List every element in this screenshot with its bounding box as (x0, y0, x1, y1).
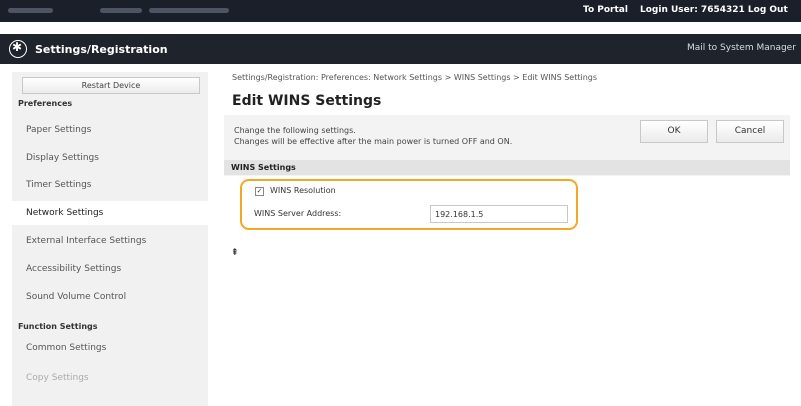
blurred-text (100, 8, 142, 13)
sidebar-item-accessibility-settings[interactable]: Accessibility Settings (12, 257, 208, 281)
sidebar-item-network-settings[interactable]: Network Settings (12, 201, 208, 225)
sidebar-section-function-settings: Function Settings (18, 322, 98, 331)
description-line: Changes will be effective after the main… (234, 137, 513, 146)
page-title: Edit WINS Settings (232, 93, 382, 109)
settings-gear-icon (9, 40, 27, 58)
app-title: Settings/Registration (35, 43, 168, 56)
sidebar-item-paper-settings[interactable]: Paper Settings (12, 118, 208, 142)
scroll-to-top-icon[interactable]: ⇞ (231, 248, 239, 258)
wins-settings-section-header: WINS Settings (224, 160, 790, 175)
sidebar-section-preferences: Preferences (18, 99, 73, 108)
sidebar-item-common-settings[interactable]: Common Settings (12, 336, 208, 360)
sidebar-item-external-interface-settings[interactable]: External Interface Settings (12, 229, 208, 253)
description: Change the following settings. Changes w… (234, 125, 512, 147)
restart-device-button[interactable]: Restart Device (22, 77, 200, 94)
mail-to-system-manager-link[interactable]: Mail to System Manager (687, 43, 796, 53)
wins-server-address-input[interactable] (430, 205, 568, 223)
breadcrumb: Settings/Registration: Preferences: Netw… (232, 73, 598, 82)
title-bar: Settings/Registration Mail to System Man… (0, 34, 801, 64)
sidebar-item-timer-settings[interactable]: Timer Settings (12, 173, 208, 197)
top-bar: To Portal Login User: 7654321 Log Out (0, 0, 801, 22)
cancel-button[interactable]: Cancel (716, 120, 784, 143)
blurred-text (8, 8, 53, 13)
sidebar-item-copy-settings[interactable]: Copy Settings (12, 366, 208, 390)
description-line: Change the following settings. (234, 126, 356, 135)
blurred-text (149, 8, 229, 13)
to-portal-link[interactable]: To Portal (583, 5, 628, 15)
wins-resolution-checkbox[interactable]: ✓ (255, 187, 264, 196)
login-user-info[interactable]: Login User: 7654321 Log Out (640, 5, 788, 15)
sidebar: Restart Device Preferences Paper Setting… (12, 72, 208, 406)
ok-button[interactable]: OK (640, 120, 708, 143)
wins-server-address-label: WINS Server Address: (254, 209, 342, 218)
wins-resolution-label: WINS Resolution (270, 186, 336, 195)
sidebar-item-display-settings[interactable]: Display Settings (12, 146, 208, 170)
sidebar-item-sound-volume-control[interactable]: Sound Volume Control (12, 285, 208, 309)
